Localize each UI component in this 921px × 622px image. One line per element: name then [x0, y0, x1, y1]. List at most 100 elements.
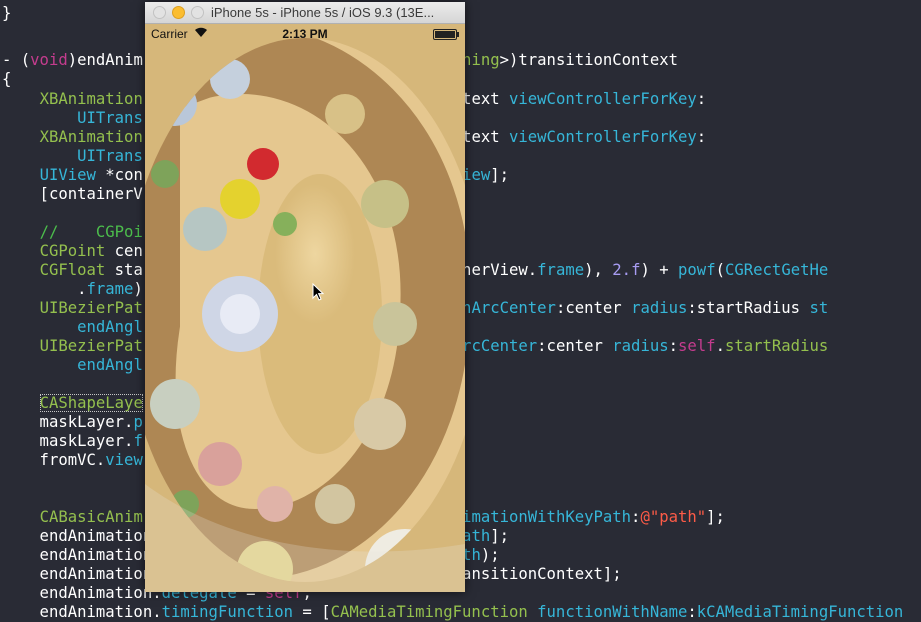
- code-token: CAMediaTimingFunction: [330, 603, 528, 621]
- code-token: fromVC.: [2, 451, 106, 469]
- code-token: [containerV: [2, 185, 143, 203]
- code-token: }: [2, 4, 12, 22]
- code-token: ) +: [640, 261, 679, 279]
- code-token: :center: [537, 337, 613, 355]
- code-token: :: [696, 128, 707, 146]
- code-token: )endAnim: [67, 51, 143, 69]
- code-token: CAShapeLaye: [39, 394, 143, 412]
- code-token: ];: [490, 527, 510, 545]
- code-token: viewControllerForKey: [509, 128, 697, 146]
- code-token: endAnimation: [2, 546, 153, 564]
- code-token: startRadius: [724, 337, 829, 355]
- code-token: timingFunction: [161, 603, 294, 621]
- simulator-title: iPhone 5s - iPhone 5s / iOS 9.3 (13E...: [211, 5, 435, 20]
- code-token: void: [30, 51, 68, 69]
- code-token: endAnimation.: [2, 584, 162, 602]
- code-token: *con: [95, 166, 143, 184]
- code-token: endAngl: [77, 318, 143, 336]
- simulator-titlebar[interactable]: iPhone 5s - iPhone 5s / iOS 9.3 (13E...: [145, 2, 465, 24]
- code-token: :startRadius: [687, 299, 810, 317]
- code-line[interactable]: endAngl: [2, 356, 143, 375]
- code-token: XBAnimation: [39, 128, 143, 146]
- code-token: :: [696, 90, 707, 108]
- code-token: = [: [293, 603, 331, 621]
- code-token: maskLayer.: [2, 413, 134, 431]
- code-token: >)transitionContext: [499, 51, 678, 69]
- code-token: frame: [537, 261, 585, 279]
- battery-icon: [433, 29, 459, 40]
- code-token: kCAMediaTimingFunction: [696, 603, 904, 621]
- code-token: CGFloat: [39, 261, 106, 279]
- code-token: UIBezierPat: [39, 337, 143, 355]
- code-token: sta: [105, 261, 143, 279]
- code-line[interactable]: {: [2, 70, 11, 89]
- code-token: 2.f: [612, 261, 641, 279]
- minimize-icon[interactable]: [172, 6, 185, 19]
- code-line[interactable]: }: [2, 4, 11, 23]
- code-token: ];: [706, 508, 725, 526]
- close-icon[interactable]: [153, 6, 166, 19]
- code-token: @"path": [640, 508, 707, 526]
- code-token: :: [668, 337, 679, 355]
- cursor-icon: [312, 283, 324, 301]
- code-token: // CGPoi: [39, 223, 143, 241]
- code-token: endAnimation: [2, 565, 153, 583]
- code-token: (: [715, 261, 725, 279]
- ios-status-bar: Carrier 2:13 PM: [145, 24, 465, 44]
- code-token: f: [133, 432, 143, 450]
- code-line[interactable]: // CGPoi: [2, 223, 143, 242]
- code-line[interactable]: CGPoint cen: [2, 242, 143, 261]
- code-token: radius: [612, 337, 669, 355]
- code-token: powf: [678, 261, 716, 279]
- code-token: p: [133, 413, 143, 431]
- code-line[interactable]: .frame): [2, 280, 143, 299]
- code-token: );: [480, 546, 500, 564]
- code-token: radius: [631, 299, 688, 317]
- simulator-window[interactable]: iPhone 5s - iPhone 5s / iOS 9.3 (13E...: [145, 2, 465, 592]
- code-token: ];: [490, 166, 510, 184]
- status-time: 2:13 PM: [282, 27, 328, 41]
- code-token: cen: [105, 242, 143, 260]
- code-token: endAnimation: [2, 527, 153, 545]
- code-token: .: [715, 337, 725, 355]
- code-line[interactable]: endAnimation.timingFunction = [CAMediaTi…: [2, 603, 904, 622]
- code-line[interactable]: fromVC.view: [2, 451, 143, 470]
- succulent-wreath-image: [145, 24, 465, 592]
- code-token: .: [2, 280, 87, 298]
- code-token: viewControllerForKey: [509, 90, 697, 108]
- code-token: - (: [2, 51, 31, 69]
- code-line[interactable]: maskLayer.p: [2, 413, 143, 432]
- code-line[interactable]: endAngl: [2, 318, 143, 337]
- code-token: endAngl: [77, 356, 143, 374]
- code-token: XBAnimation: [39, 90, 143, 108]
- code-token: animationWithKeyPath: [443, 508, 632, 526]
- code-token: ): [133, 280, 143, 298]
- code-token: :: [687, 603, 697, 621]
- code-token: UIView: [39, 166, 96, 184]
- code-token: UITrans: [77, 147, 143, 165]
- code-token: UIBezierPat: [39, 299, 143, 317]
- code-token: CABasicAnim: [39, 508, 143, 526]
- code-token: ),: [584, 261, 613, 279]
- code-token: maskLayer.: [2, 432, 134, 450]
- code-token: st: [809, 299, 829, 317]
- code-token: {: [2, 70, 12, 88]
- code-token: UITrans: [77, 109, 143, 127]
- code-token: self: [678, 337, 716, 355]
- device-screen[interactable]: Carrier 2:13 PM: [145, 24, 465, 592]
- zoom-icon[interactable]: [191, 6, 204, 19]
- code-token: CGPoint: [39, 242, 106, 260]
